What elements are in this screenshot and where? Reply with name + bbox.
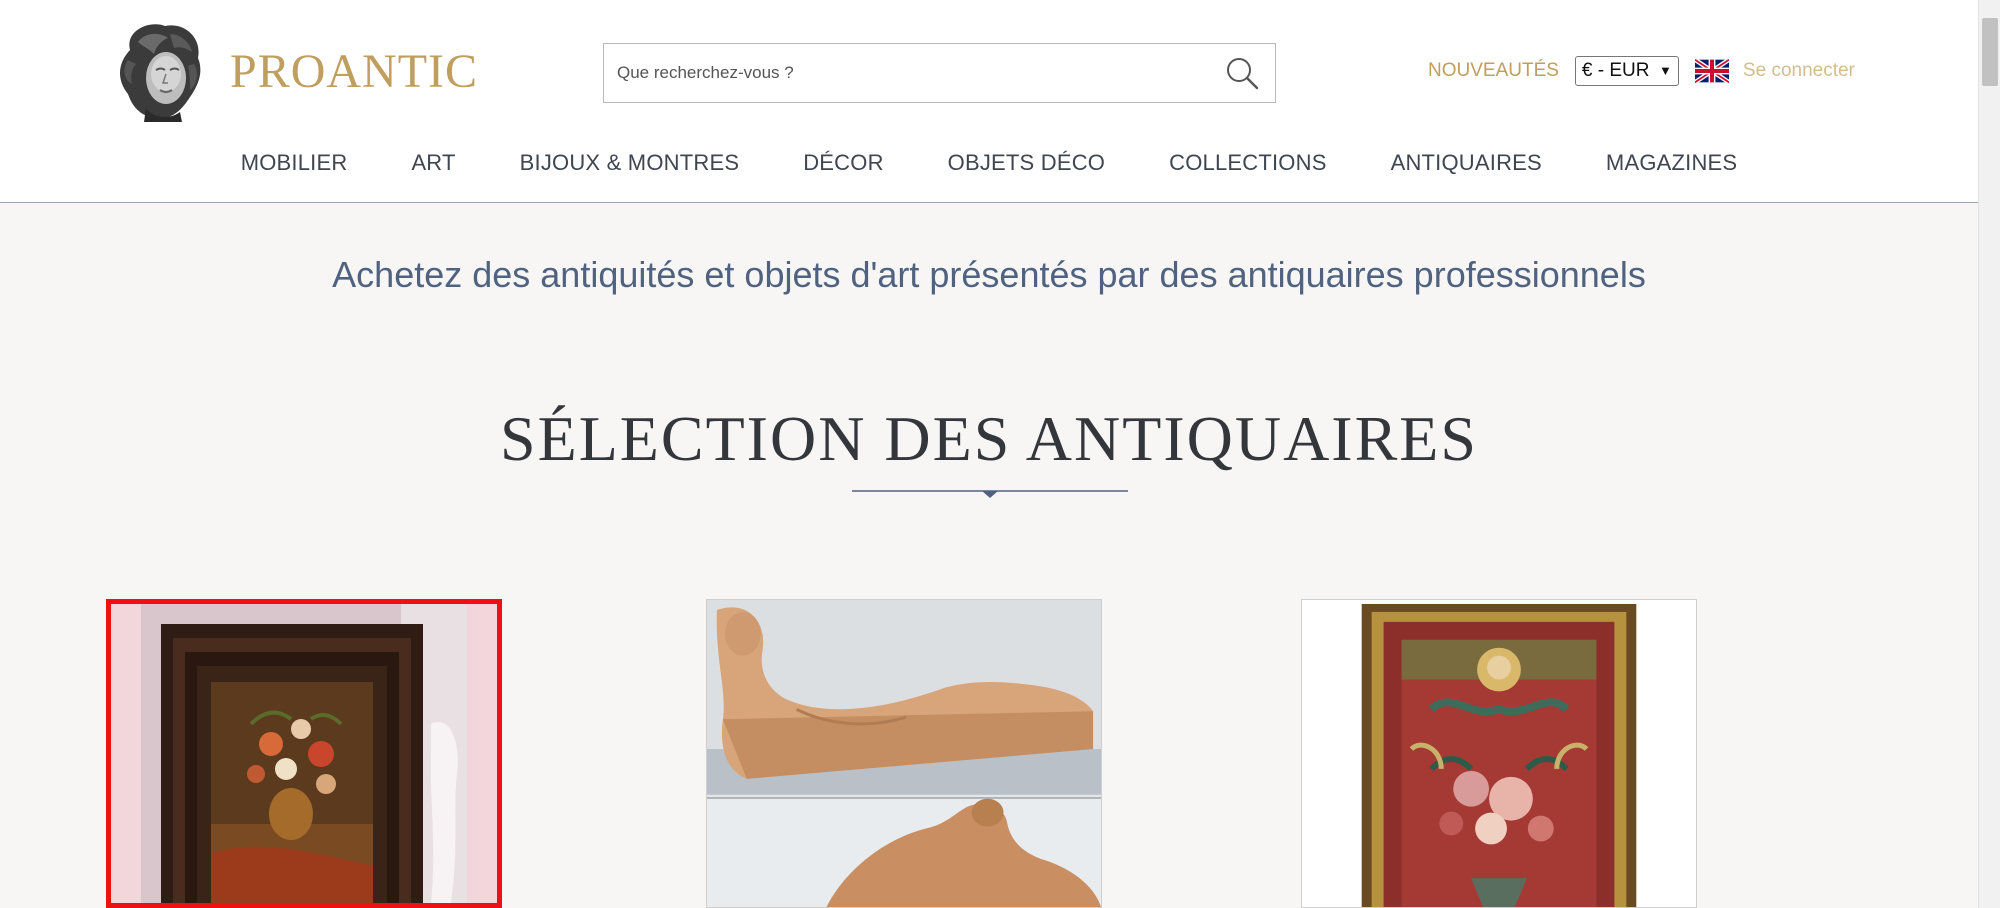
nav-item-mobilier[interactable]: MOBILIER <box>241 150 348 176</box>
scrollbar-thumb[interactable] <box>1982 18 1998 86</box>
header-utilities: NOUVEAUTÉS € - EUR ▼ Se connecter <box>1428 56 1855 86</box>
login-link[interactable]: Se connecter <box>1743 60 1855 82</box>
search-bar <box>603 43 1276 103</box>
nav-item-bijoux-montres[interactable]: BIJOUX & MONTRES <box>520 150 740 176</box>
logo[interactable]: PROANTIC <box>110 20 478 122</box>
section-title: SÉLECTION DES ANTIQUAIRES <box>500 403 1478 474</box>
new-arrivals-link[interactable]: NOUVEAUTÉS <box>1428 60 1559 82</box>
logo-bust-icon <box>120 24 201 122</box>
nav-item-art[interactable]: ART <box>411 150 455 176</box>
product-card-sculpture[interactable] <box>706 599 1102 908</box>
product-image-sculpture <box>707 600 1101 907</box>
chevron-down-icon: ▼ <box>1659 63 1672 78</box>
nav-item-objets-deco[interactable]: OBJETS DÉCO <box>948 150 1105 176</box>
page-tagline: Achetez des antiquités et objets d'art p… <box>332 254 1646 295</box>
nav-item-decor[interactable]: DÉCOR <box>803 150 883 176</box>
site-header: PROANTIC NOUVEAUTÉS € - EUR ▼ Se connect… <box>0 0 1978 203</box>
search-icon[interactable] <box>1225 56 1259 90</box>
search-input[interactable] <box>604 44 1204 102</box>
product-card-painting[interactable] <box>106 599 502 908</box>
brand-name: PROANTIC <box>230 44 479 98</box>
page-scrollbar[interactable] <box>1978 0 2000 908</box>
nav-item-collections[interactable]: COLLECTIONS <box>1169 150 1326 176</box>
currency-select[interactable]: € - EUR ▼ <box>1574 56 1679 86</box>
nav-item-magazines[interactable]: MAGAZINES <box>1606 150 1737 176</box>
nav-item-antiquaires[interactable]: ANTIQUAIRES <box>1391 150 1542 176</box>
uk-flag-icon[interactable] <box>1694 59 1729 83</box>
currency-value: € - EUR <box>1581 60 1650 81</box>
product-card-tapestry[interactable] <box>1301 599 1697 908</box>
title-divider <box>852 490 1128 498</box>
product-image-tapestry <box>1302 600 1696 907</box>
product-image-painting <box>111 604 497 903</box>
main-nav: MOBILIER ART BIJOUX & MONTRES DÉCOR OBJE… <box>0 150 1978 176</box>
